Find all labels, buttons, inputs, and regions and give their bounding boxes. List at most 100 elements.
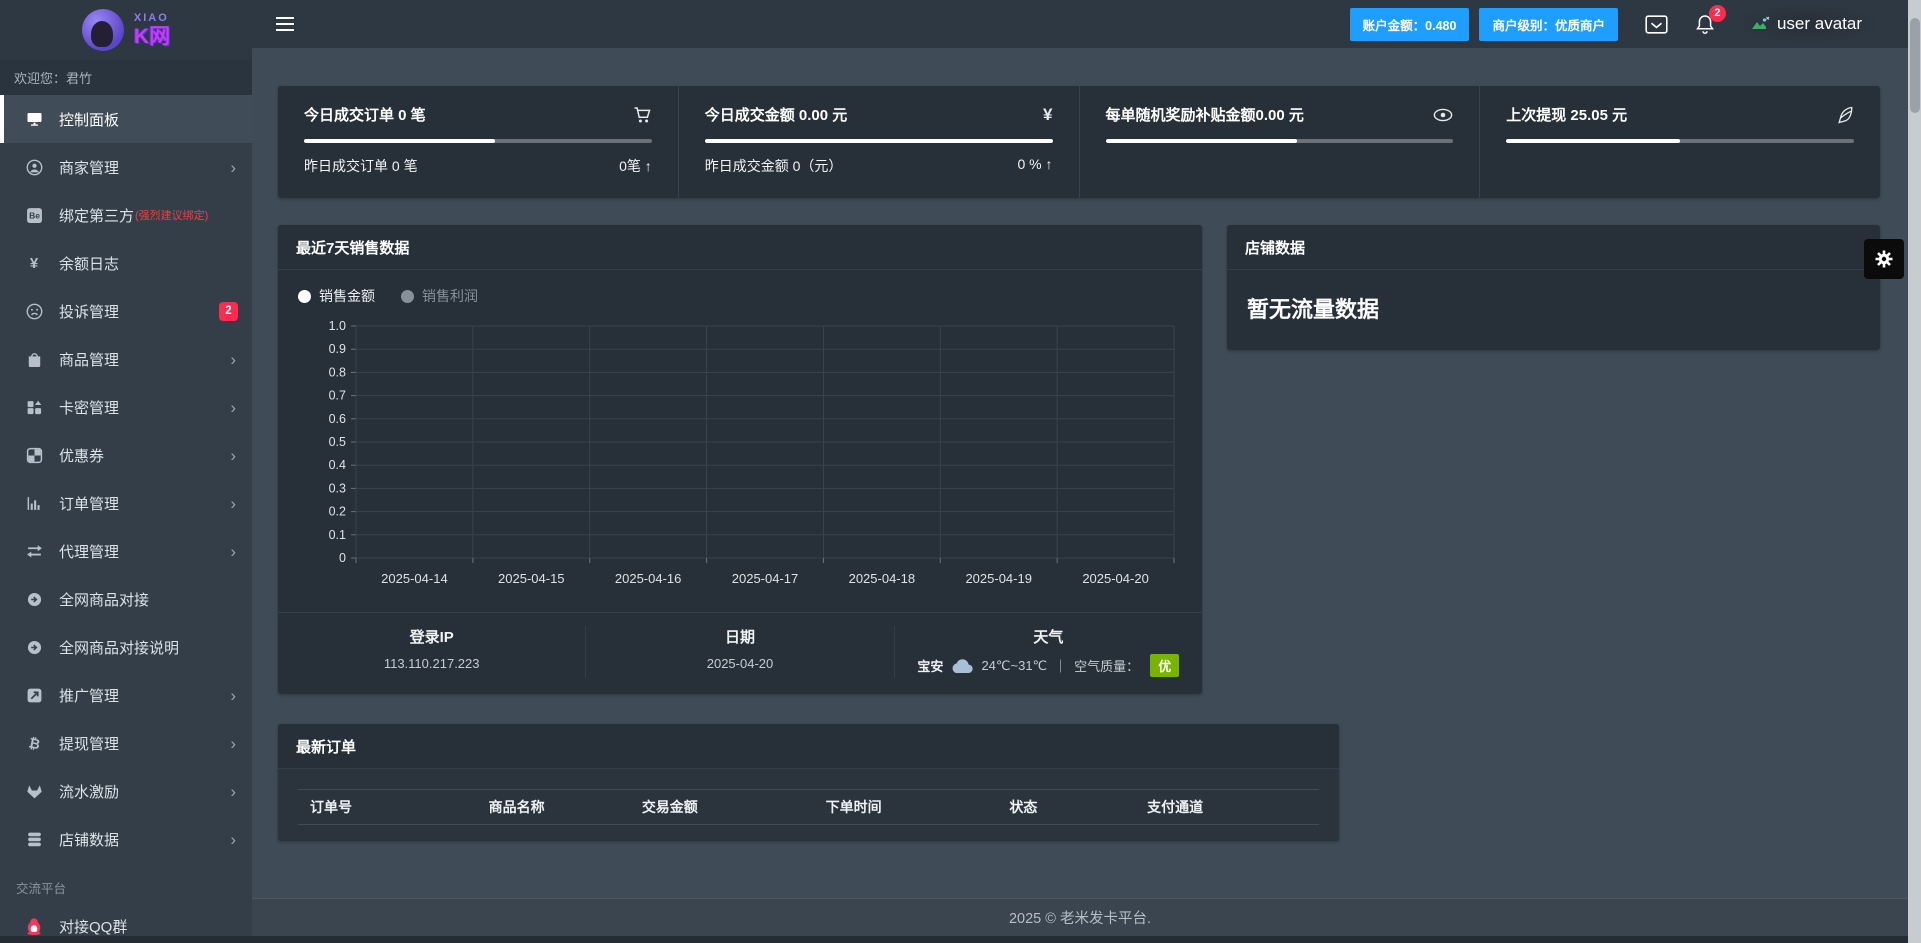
sidebar-item-agent-mgmt[interactable]: 代理管理 › — [0, 527, 252, 575]
mail-icon[interactable] — [1645, 14, 1668, 34]
orders-table-header: 订单号 商品名称 交易金额 下单时间 状态 支付通道 — [298, 789, 1319, 825]
database-icon — [24, 831, 44, 848]
sales-line-chart: 1.0 0.9 0.8 0.7 0.6 0.5 0.4 0.3 0.2 0.1 0 2025-04-1… — [329, 319, 1175, 586]
eye-icon — [1433, 108, 1453, 122]
chevron-right-icon: › — [230, 541, 236, 561]
stat-sub-left: 昨日成交订单 0 笔 — [304, 158, 418, 174]
svg-text:0.6: 0.6 — [329, 412, 346, 426]
complaints-count-badge: 2 — [219, 301, 238, 321]
monitor-icon — [24, 111, 44, 127]
sidebar-section-label: 交流平台 — [16, 882, 67, 896]
stat-title: 上次提现 25.05 元 — [1506, 107, 1628, 124]
merchant-level-badge[interactable]: 商户级别：优质商户 — [1479, 7, 1618, 41]
sidebar-item-promotion-mgmt[interactable]: 推广管理 › — [0, 671, 252, 719]
col-pay-channel: 支付通道 — [1147, 799, 1204, 815]
bell-icon[interactable]: 2 — [1695, 4, 1726, 35]
settings-gear-button[interactable] — [1864, 239, 1904, 279]
svg-text:2025-04-15: 2025-04-15 — [498, 571, 565, 586]
sidebar-item-merchant-mgmt[interactable]: 商家管理 › — [0, 143, 252, 191]
stat-card-today-orders: 今日成交订单 0 笔 昨日成交订单 0 笔 0笔 ↑ — [278, 86, 679, 198]
sidebar-item-label: 全网商品对接 — [59, 591, 150, 609]
gear-icon — [1875, 250, 1893, 268]
svg-text:2025-04-20: 2025-04-20 — [1082, 571, 1149, 586]
sidebar-item-complaints[interactable]: 投诉管理 2 — [0, 287, 252, 335]
date-block: 日期 2025-04-20 — [585, 626, 893, 677]
legend-sales-profit[interactable]: 销售利润 — [401, 286, 478, 306]
arrow-circle-right-icon — [24, 592, 44, 607]
progress-bar — [304, 139, 652, 143]
scrollbar-thumb[interactable] — [1909, 18, 1920, 113]
col-order-time: 下单时间 — [825, 799, 882, 815]
chevron-right-icon: › — [230, 685, 236, 705]
sidebar-item-dashboard[interactable]: 控制面板 — [0, 95, 252, 143]
sidebar-item-coupons[interactable]: 优惠券 › — [0, 431, 252, 479]
yen-icon: ¥ — [1043, 104, 1053, 124]
sidebar-item-label: 代理管理 — [59, 543, 120, 561]
weather-aqi-label: 空气质量： — [1074, 659, 1140, 674]
legend-sales-amount[interactable]: 销售金额 — [298, 286, 375, 306]
logo[interactable]: XIAO K网 — [0, 0, 252, 60]
svg-text:2025-04-17: 2025-04-17 — [732, 571, 799, 586]
svg-text:2025-04-14: 2025-04-14 — [381, 571, 448, 586]
vertical-scrollbar[interactable] — [1908, 0, 1921, 943]
svg-text:1.0: 1.0 — [329, 319, 346, 333]
brand-text: XIAO K网 — [134, 13, 170, 48]
sidebar-item-label: 对接QQ群 — [59, 918, 128, 936]
col-product-name: 商品名称 — [488, 799, 545, 815]
login-ip-block: 登录IP 113.110.217.223 — [278, 626, 585, 677]
svg-text:0.8: 0.8 — [329, 365, 346, 379]
sidebar-item-flow-incentive[interactable]: 流水激励 › — [0, 767, 252, 815]
sidebar-item-allnet-products[interactable]: 全网商品对接 — [0, 575, 252, 623]
grid-icon — [24, 399, 44, 416]
weather-city: 宝安 — [917, 659, 944, 674]
progress-bar — [1506, 139, 1854, 143]
orders-table: 订单号 商品名称 交易金额 下单时间 状态 支付通道 — [278, 769, 1339, 841]
sidebar-item-label: 提现管理 — [59, 735, 120, 753]
sidebar-item-balance-log[interactable]: ¥ 余额日志 — [0, 239, 252, 287]
sidebar-item-order-mgmt[interactable]: 订单管理 › — [0, 479, 252, 527]
sales-panel: 最近7天销售数据 销售金额 销售利润 1.0 0.9 0.8 0.7 0.6 0.5 0.4… — [278, 225, 1202, 694]
copyright-text: 2025 © 老米发卡平台. — [1008, 911, 1152, 927]
sidebar-item-allnet-products-doc[interactable]: 全网商品对接说明 — [0, 623, 252, 671]
stat-title: 今日成交订单 0 笔 — [304, 107, 426, 124]
weather-block: 天气 宝安 24℃~31℃ ｜ 空气质量： 优 — [893, 626, 1202, 677]
hamburger-menu-icon[interactable] — [276, 17, 294, 31]
col-order-id: 订单号 — [310, 799, 352, 815]
qq-penguin-icon — [24, 917, 44, 935]
quill-icon — [1837, 106, 1854, 124]
date-value: 2025-04-20 — [706, 656, 774, 671]
chevron-right-icon: › — [230, 781, 236, 801]
topbar: 账户金额：0.480 商户级别：优质商户 2 user avatar — [252, 0, 1908, 48]
sidebar-item-note: (强烈建议绑定) — [135, 210, 209, 222]
frown-icon — [24, 303, 44, 320]
col-status: 状态 — [1009, 799, 1038, 815]
sidebar-item-bind-thirdparty[interactable]: Be 绑定第三方 (强烈建议绑定) — [0, 191, 252, 239]
chevron-right-icon: › — [230, 445, 236, 465]
avatar-alt-text: user avatar — [1776, 14, 1862, 33]
chevron-right-icon: › — [230, 157, 236, 177]
chevron-right-icon: › — [230, 829, 236, 849]
legend-dot-icon — [401, 289, 414, 303]
sidebar-item-shop-data[interactable]: 店铺数据 › — [0, 815, 252, 863]
svg-text:Be: Be — [29, 210, 40, 220]
sales-panel-title: 最近7天销售数据 — [278, 225, 1202, 270]
weather-separator: ｜ — [1054, 659, 1068, 674]
sidebar-item-label: 绑定第三方 — [59, 207, 135, 225]
sidebar-item-withdraw-mgmt[interactable]: ₿ 提现管理 › — [0, 719, 252, 767]
sidebar-item-product-mgmt[interactable]: 商品管理 › — [0, 335, 252, 383]
svg-text:0.3: 0.3 — [329, 481, 346, 495]
account-balance-badge[interactable]: 账户金额：0.480 — [1349, 7, 1470, 41]
yen-icon: ¥ — [29, 254, 39, 272]
shop-panel-title: 店铺数据 — [1227, 225, 1880, 270]
sidebar-item-card-mgmt[interactable]: 卡密管理 › — [0, 383, 252, 431]
svg-text:0.1: 0.1 — [329, 528, 346, 542]
arrow-circle-right-icon — [24, 640, 44, 655]
svg-text:2025-04-18: 2025-04-18 — [849, 571, 916, 586]
user-circle-icon — [24, 159, 44, 176]
user-avatar[interactable]: user avatar — [1734, 5, 1878, 43]
topbar-right: 账户金额：0.480 商户级别：优质商户 2 user avatar — [1340, 4, 1878, 43]
stat-title: 每单随机奖励补贴金额0.00 元 — [1105, 107, 1304, 124]
col-amount: 交易金额 — [641, 799, 698, 815]
checkerboard-icon — [24, 447, 44, 464]
horizontal-scrollbar-track[interactable] — [0, 936, 1921, 943]
